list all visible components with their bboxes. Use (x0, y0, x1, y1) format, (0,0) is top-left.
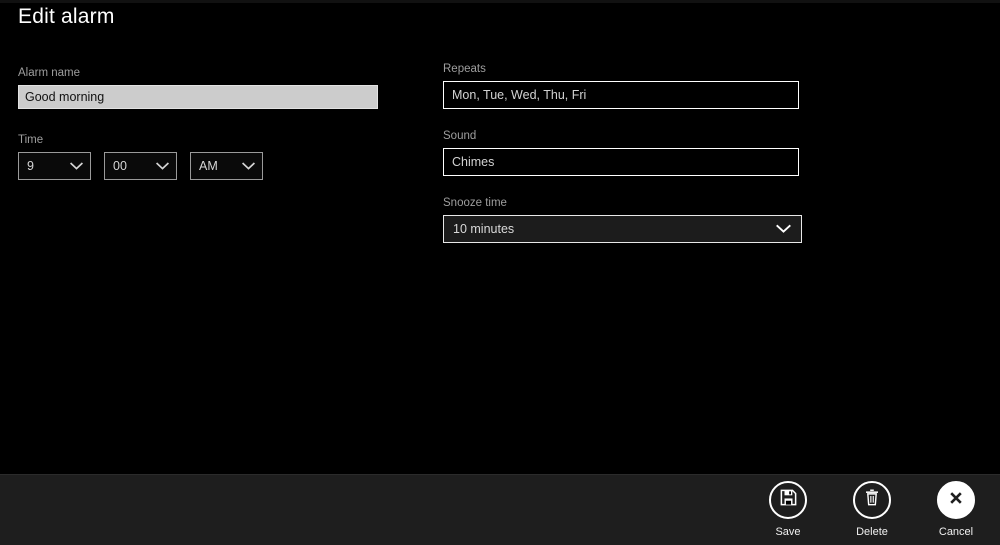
chevron-down-icon (776, 216, 791, 242)
save-floppy-icon (779, 488, 798, 512)
cancel-button[interactable]: Cancel (928, 481, 984, 539)
snooze-time-dropdown[interactable]: 10 minutes (443, 215, 802, 243)
delete-button-label: Delete (856, 526, 888, 538)
edit-alarm-page: Edit alarm Alarm name Time 9 00 (0, 0, 1000, 545)
page-title: Edit alarm (18, 5, 115, 28)
bottom-app-bar: Save Delete Cancel (0, 474, 1000, 545)
sound-label: Sound (443, 130, 477, 142)
time-label: Time (18, 134, 44, 146)
alarm-name-label: Alarm name (18, 67, 80, 79)
chevron-down-icon (242, 153, 255, 179)
snooze-time-value: 10 minutes (453, 222, 515, 236)
trash-icon (863, 488, 881, 512)
time-minute-dropdown[interactable]: 00 (104, 152, 177, 180)
save-button-circle (769, 481, 807, 519)
save-button-label: Save (775, 526, 801, 538)
chevron-down-icon (70, 153, 83, 179)
cancel-button-label: Cancel (938, 526, 974, 538)
delete-button[interactable]: Delete (844, 481, 900, 539)
form-left-column: Alarm name Time 9 00 (18, 66, 418, 180)
time-hour-dropdown[interactable]: 9 (18, 152, 91, 180)
time-minute-value: 00 (113, 159, 127, 173)
delete-button-circle (853, 481, 891, 519)
form-right-column: Repeats Sound Snooze time 10 minutes (443, 62, 843, 243)
alarm-name-input[interactable] (18, 85, 378, 109)
chevron-down-icon (156, 153, 169, 179)
time-hour-value: 9 (27, 159, 34, 173)
sound-input[interactable] (443, 148, 799, 176)
app-bar-commands: Save Delete Cancel (760, 481, 984, 539)
time-period-value: AM (199, 159, 218, 173)
repeats-label: Repeats (443, 63, 486, 75)
close-x-icon (947, 489, 965, 512)
time-row: 9 00 AM (18, 152, 418, 180)
save-button[interactable]: Save (760, 481, 816, 539)
window-top-strip (0, 0, 1000, 3)
repeats-input[interactable] (443, 81, 799, 109)
snooze-time-label: Snooze time (443, 197, 507, 209)
time-period-dropdown[interactable]: AM (190, 152, 263, 180)
cancel-button-circle (937, 481, 975, 519)
